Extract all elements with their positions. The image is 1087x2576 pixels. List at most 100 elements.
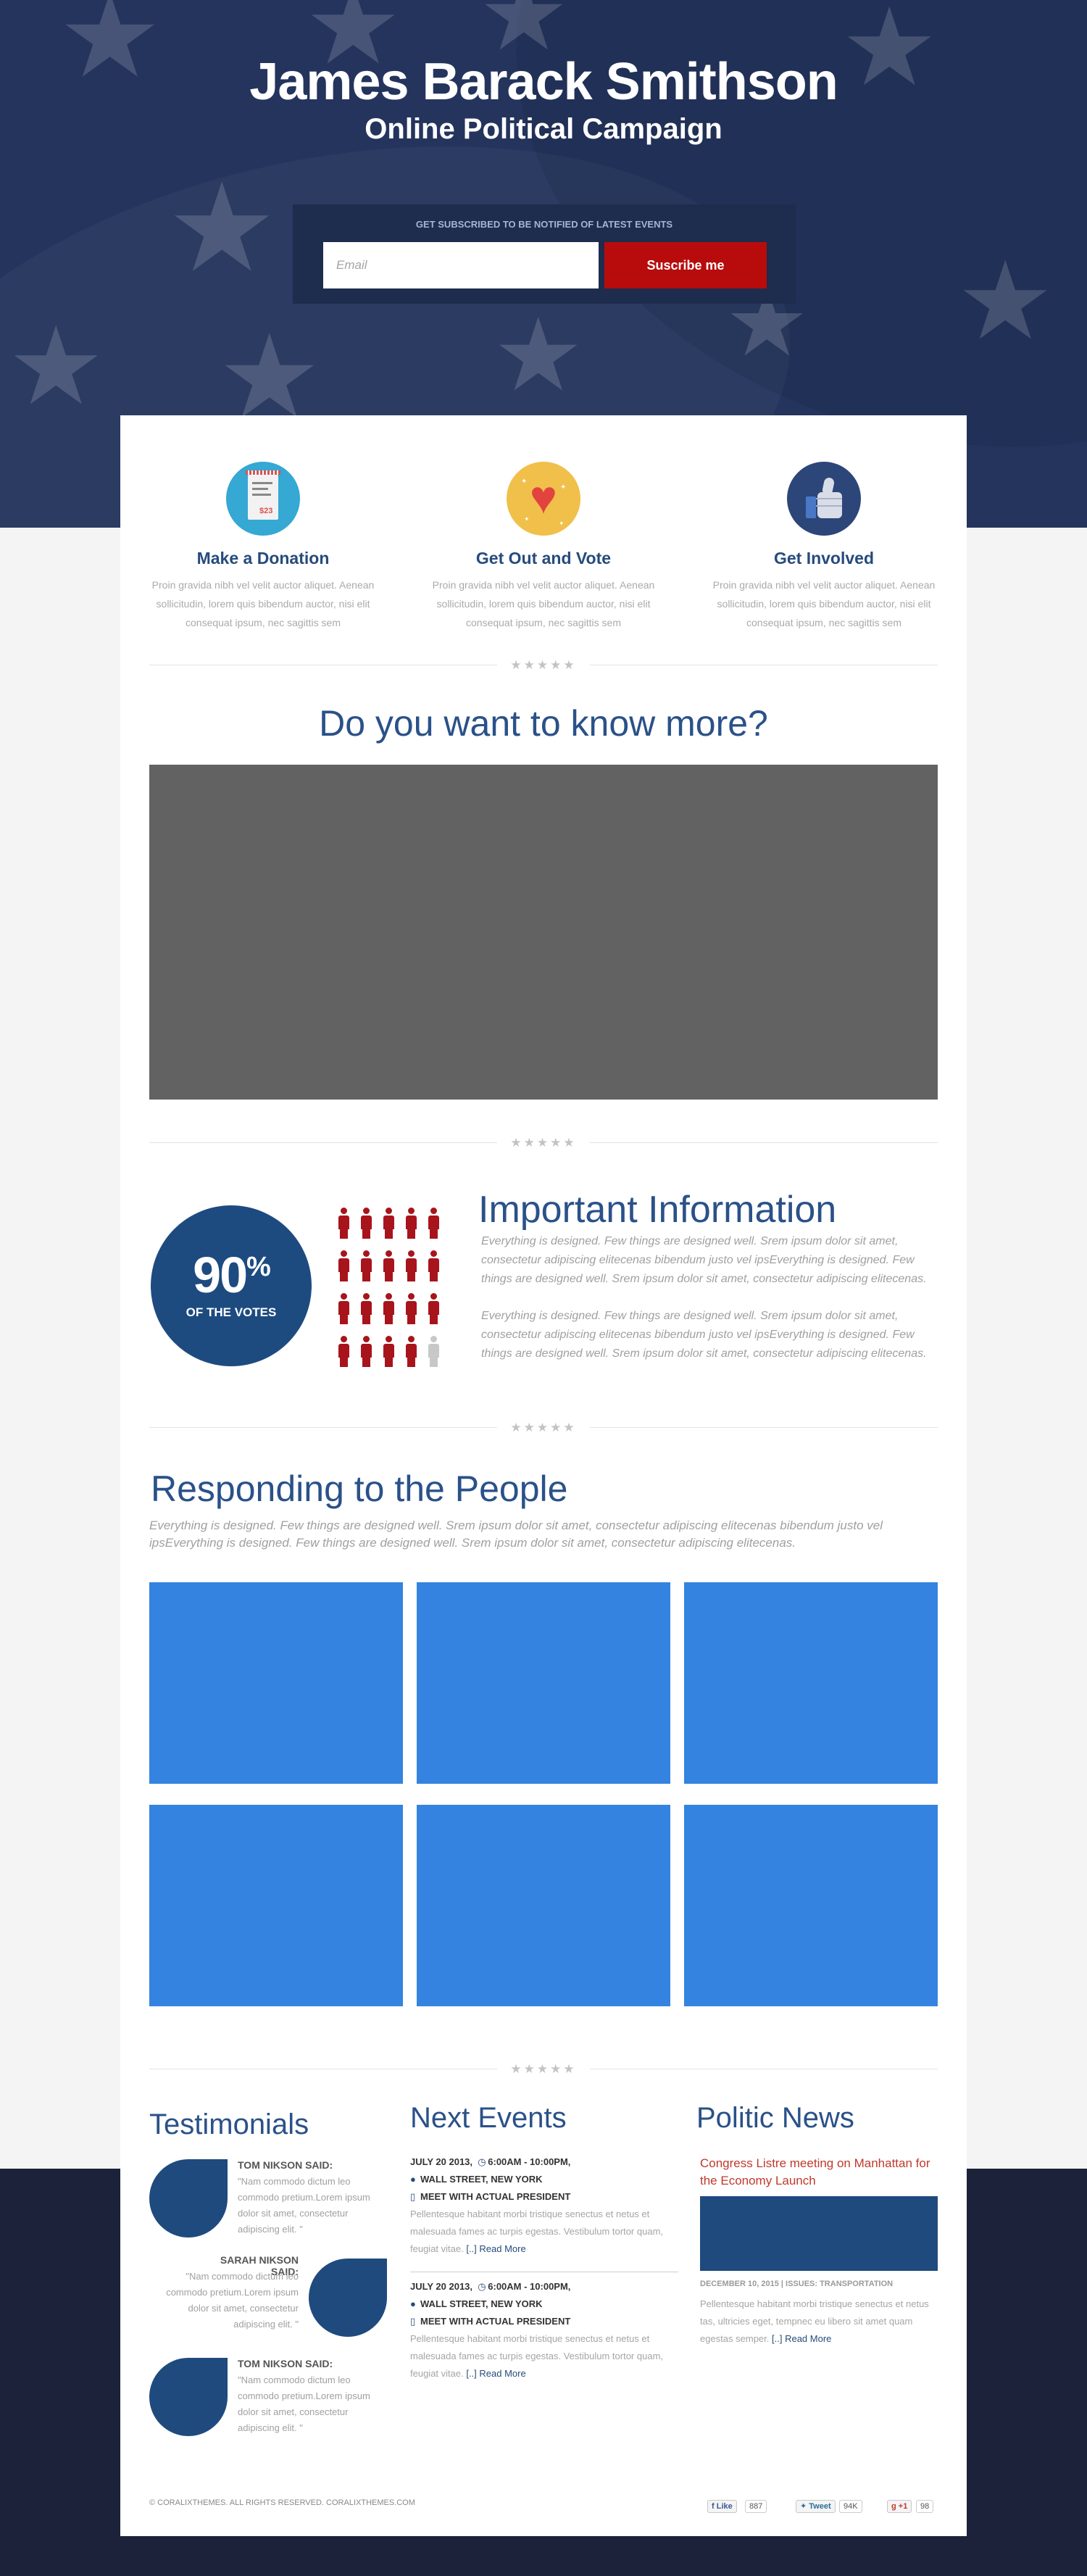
person-icon <box>428 1208 439 1239</box>
event-place: ● WALL STREET, NEW YORK <box>410 2295 678 2313</box>
person-icon <box>338 1208 349 1239</box>
news-meta: DECEMBER 10, 2015 | ISSUES: TRANSPORTATI… <box>700 2280 894 2288</box>
facebook-icon: f <box>712 2502 715 2511</box>
feature-text: Proin gravida nibh vel velit auctor aliq… <box>712 579 936 628</box>
subscribe-label: GET SUBSCRIBED TO BE NOTIFIED OF LATEST … <box>415 219 673 230</box>
facebook-like-button[interactable]: f Like 887 <box>707 2500 772 2514</box>
email-input[interactable] <box>323 242 599 288</box>
feature-title: Get Involved <box>773 549 875 568</box>
read-more-link[interactable]: [..] Read More <box>466 2368 525 2379</box>
read-more-link[interactable]: [..] Read More <box>466 2243 525 2254</box>
subscribe-form: GET SUBSCRIBED TO BE NOTIFIED OF LATEST … <box>293 204 796 304</box>
person-icon <box>383 1250 394 1282</box>
google-plus-icon: g <box>891 2502 896 2511</box>
read-more-link[interactable]: [..] Read More <box>772 2333 831 2344</box>
person-icon <box>338 1336 349 1368</box>
event-place: ● WALL STREET, NEW YORK <box>410 2171 678 2188</box>
location-pin-icon: ● <box>410 2174 416 2185</box>
news-title: Politic News <box>696 2102 854 2134</box>
people-icon-grid <box>330 1200 446 1374</box>
person-icon <box>360 1336 372 1368</box>
avatar <box>149 2159 228 2238</box>
star-icon: ★ <box>957 240 1054 362</box>
responding-title: Responding to the People <box>151 1468 568 1509</box>
info-paragraph: Everything is designed. Few things are d… <box>481 1310 927 1360</box>
testimonial-item: TOM NIKSON SAID: "Nam commodo dictum leo… <box>149 2159 393 2240</box>
info-title: Important Information <box>478 1189 837 1231</box>
feature-text: Proin gravida nibh vel velit auctor aliq… <box>151 579 375 628</box>
tweet-button[interactable]: ✦ Tweet 94K <box>796 2500 868 2514</box>
feature-title: Make a Donation <box>196 549 330 568</box>
gallery-tile[interactable] <box>149 1805 403 2006</box>
copyright: © CORALIXTHEMES. ALL RIGHTS RESERVED. CO… <box>149 2498 415 2507</box>
news-text: Pellentesque habitant morbi tristique se… <box>700 2298 929 2344</box>
feature-involved[interactable]: Get Involved Proin gravida nibh vel veli… <box>703 462 945 632</box>
person-icon <box>360 1250 372 1282</box>
gallery-tile[interactable] <box>684 1805 938 2006</box>
star-icon: ★ <box>7 305 105 427</box>
event-datetime: JULY 20 2013, ◷ 6:00AM - 10:00PM, <box>410 2153 678 2171</box>
testimonial-author: TOM NIKSON SAID: <box>238 2159 333 2171</box>
subscribe-button[interactable]: Suscribe me <box>604 242 767 288</box>
twitter-icon: ✦ <box>800 2502 807 2511</box>
section-divider: ★★★★★ <box>149 658 938 673</box>
person-icon <box>405 1250 417 1282</box>
person-icon <box>428 1336 439 1368</box>
person-icon <box>360 1208 372 1239</box>
clock-icon: ◷ <box>478 2281 486 2292</box>
news-headline-link[interactable]: Congress Listre meeting on Manhattan for… <box>700 2155 932 2190</box>
divider-stars: ★★★★★ <box>510 658 577 672</box>
google-plus-button[interactable]: g +1 98 <box>887 2500 942 2514</box>
star-icon: ★ <box>493 298 584 412</box>
person-icon <box>405 1336 417 1368</box>
video-player[interactable] <box>149 765 938 1100</box>
event-datetime: JULY 20 2013, ◷ 6:00AM - 10:00PM, <box>410 2278 678 2295</box>
event-item: JULY 20 2013, ◷ 6:00AM - 10:00PM, ● WALL S… <box>410 2153 678 2258</box>
divider-stars: ★★★★★ <box>510 1421 577 1434</box>
thumbs-up-icon <box>787 462 861 536</box>
event-description: Pellentesque habitant morbi tristique se… <box>410 2333 664 2379</box>
gallery-tile[interactable] <box>417 1582 670 1784</box>
divider-stars: ★★★★★ <box>510 1136 577 1150</box>
person-icon <box>405 1293 417 1325</box>
person-icon <box>428 1250 439 1282</box>
gallery-tile[interactable] <box>684 1582 938 1784</box>
star-icon: ★ <box>167 159 278 297</box>
testimonial-item: TOM NIKSON SAID: "Nam commodo dictum leo… <box>149 2358 393 2439</box>
avatar <box>309 2259 387 2337</box>
like-count: 887 <box>745 2500 767 2513</box>
testimonials-title: Testimonials <box>149 2108 309 2140</box>
feature-donation[interactable]: $23 Make a Donation Proin gravida nibh v… <box>142 462 384 632</box>
page-subtitle: Online Political Campaign <box>365 113 722 145</box>
calendar-icon: ▯ <box>410 2316 416 2327</box>
section-divider: ★★★★★ <box>149 2062 938 2077</box>
testimonial-author: TOM NIKSON SAID: <box>238 2358 333 2369</box>
event-headline: ▯ MEET WITH ACTUAL PRESIDENT <box>410 2188 678 2206</box>
section-divider: ★★★★★ <box>149 1136 938 1150</box>
testimonial-quote: "Nam commodo dictum leo commodo pretium.… <box>238 2176 370 2235</box>
gallery-tile[interactable] <box>417 1805 670 2006</box>
testimonial-quote: "Nam commodo dictum leo commodo pretium.… <box>238 2375 370 2433</box>
divider-stars: ★★★★★ <box>510 2062 577 2076</box>
tweet-count: 94K <box>839 2500 862 2513</box>
gallery-tile[interactable] <box>149 1582 403 1784</box>
feature-vote[interactable]: ♥ ✦ ✦ ✦ ✦ Get Out and Vote Proin gravida… <box>422 462 665 632</box>
news-image[interactable] <box>700 2196 938 2271</box>
event-headline: ▯ MEET WITH ACTUAL PRESIDENT <box>410 2313 678 2330</box>
calendar-icon: ▯ <box>410 2191 416 2202</box>
event-description: Pellentesque habitant morbi tristique se… <box>410 2209 664 2254</box>
events-title: Next Events <box>410 2102 567 2134</box>
person-icon <box>383 1293 394 1325</box>
person-icon <box>383 1336 394 1368</box>
feature-text: Proin gravida nibh vel velit auctor aliq… <box>432 579 655 628</box>
info-paragraph: Everything is designed. Few things are d… <box>481 1235 927 1285</box>
clock-icon: ◷ <box>478 2156 486 2167</box>
avatar <box>149 2358 228 2436</box>
votes-percent: 90% <box>193 1247 271 1303</box>
section-divider: ★★★★★ <box>149 1421 938 1435</box>
person-icon <box>360 1293 372 1325</box>
person-icon <box>383 1208 394 1239</box>
votes-label: OF THE VOTES <box>186 1305 277 1319</box>
location-pin-icon: ● <box>410 2298 416 2309</box>
person-icon <box>428 1293 439 1325</box>
